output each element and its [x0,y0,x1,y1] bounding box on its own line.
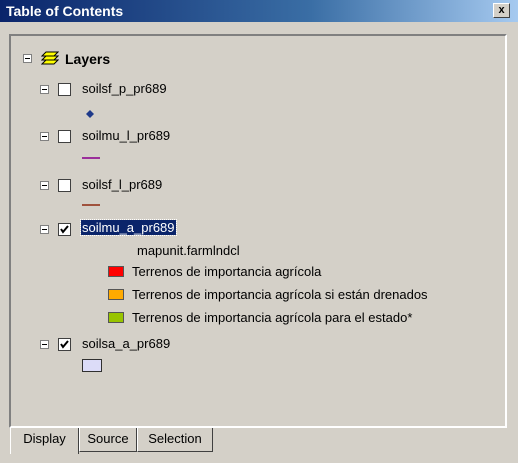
legend-swatch [108,289,124,300]
point-symbol-icon [86,105,94,118]
legend-class-label: Terrenos de importancia agrícola [132,264,322,279]
layer-name[interactable]: soilsa_a_pr689 [82,336,170,351]
title-bar[interactable]: Table of Contents x [0,0,518,22]
legend-swatch [108,266,124,277]
layer-visibility-checkbox[interactable] [58,130,71,143]
toc-window: Table of Contents x Layers soilsf_p_pr68… [0,0,518,463]
check-icon [60,340,69,349]
layer-name[interactable]: soilmu_l_pr689 [82,128,170,143]
layer-visibility-checkbox[interactable] [58,223,71,236]
layer-collapse-toggle[interactable] [40,132,49,141]
line-symbol-icon [82,204,100,206]
layer-visibility-checkbox[interactable] [58,179,71,192]
close-button[interactable]: x [493,3,510,18]
layer-name[interactable]: soilsf_p_pr689 [82,81,167,96]
check-icon [60,225,69,234]
window-title: Table of Contents [6,3,124,19]
layer-name[interactable]: soilsf_l_pr689 [82,177,162,192]
root-layers-label[interactable]: Layers [65,51,110,67]
layers-icon [40,50,60,66]
legend-class-label: Terrenos de importancia agrícola para el… [132,310,413,325]
layer-name-selected[interactable]: soilmu_a_pr689 [80,219,177,236]
tab-source[interactable]: Source [79,428,137,452]
layer-collapse-toggle[interactable] [40,340,49,349]
toc-tree-panel: Layers soilsf_p_pr689 soilmu_l_pr689 soi… [9,34,507,428]
legend-class-label: Terrenos de importancia agrícola si está… [132,287,428,302]
line-symbol-icon [82,157,100,159]
polygon-symbol-swatch [82,359,102,372]
layer-collapse-toggle[interactable] [40,225,49,234]
tab-selection[interactable]: Selection [137,428,213,452]
legend-field-name: mapunit.farmlndcl [137,243,240,258]
tab-display[interactable]: Display [10,428,79,454]
layer-visibility-checkbox[interactable] [58,338,71,351]
layers-collapse-toggle[interactable] [23,54,32,63]
layer-collapse-toggle[interactable] [40,181,49,190]
layer-collapse-toggle[interactable] [40,85,49,94]
legend-swatch [108,312,124,323]
layer-visibility-checkbox[interactable] [58,83,71,96]
